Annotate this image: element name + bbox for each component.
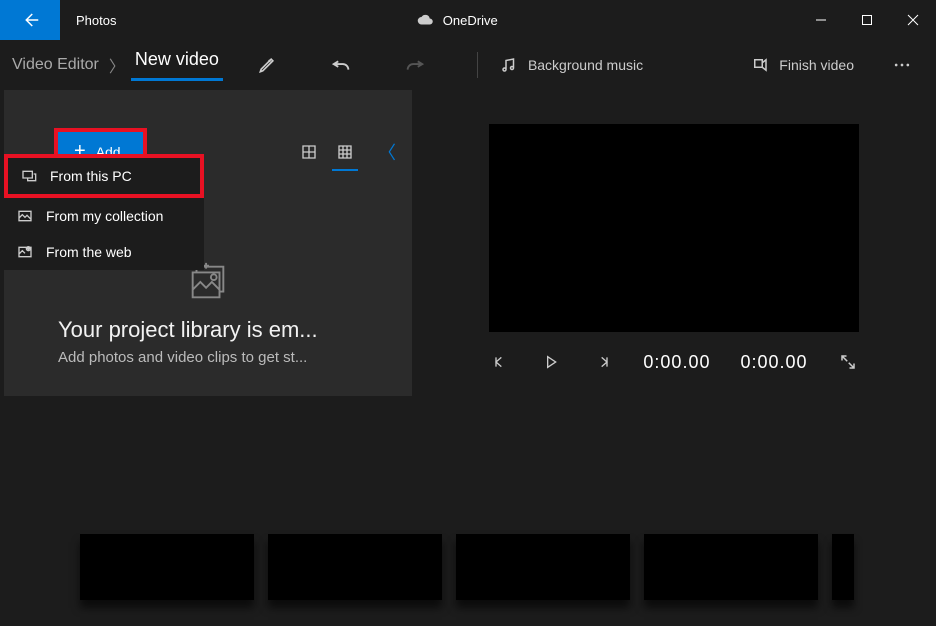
minimize-button[interactable] bbox=[798, 0, 844, 40]
redo-button[interactable] bbox=[393, 43, 437, 87]
titlebar-center: OneDrive bbox=[116, 11, 798, 29]
library-panel: + Add 〈 From this PC Fr bbox=[4, 90, 412, 396]
empty-library-text: Your project library is em... Add photos… bbox=[4, 313, 412, 396]
breadcrumb: Video Editor 〉 bbox=[12, 53, 125, 77]
rename-button[interactable] bbox=[245, 43, 289, 87]
playback-controls: 0:00.00 0:00.00 bbox=[489, 350, 859, 374]
background-music-button[interactable]: Background music bbox=[488, 56, 655, 74]
onedrive-icon bbox=[417, 11, 435, 29]
timeline-clip[interactable] bbox=[644, 534, 818, 600]
preview-panel: 0:00.00 0:00.00 bbox=[412, 90, 936, 396]
timeline-clip[interactable] bbox=[80, 534, 254, 600]
chevron-right-icon: 〉 bbox=[109, 53, 125, 77]
library-view-toggle: 〈 bbox=[292, 135, 402, 169]
collection-icon bbox=[16, 208, 34, 224]
web-icon bbox=[16, 244, 34, 260]
undo-button[interactable] bbox=[319, 43, 363, 87]
timeline[interactable] bbox=[0, 504, 936, 626]
project-name[interactable]: New video bbox=[131, 49, 223, 81]
pc-icon bbox=[20, 168, 38, 184]
timeline-clip[interactable] bbox=[456, 534, 630, 600]
maximize-button[interactable] bbox=[844, 0, 890, 40]
onedrive-label[interactable]: OneDrive bbox=[443, 13, 498, 28]
more-button[interactable] bbox=[880, 43, 924, 87]
add-dropdown-menu: From this PC From my collection From the… bbox=[4, 154, 204, 270]
current-time: 0:00.00 bbox=[643, 352, 710, 373]
pencil-icon bbox=[257, 55, 277, 75]
menu-from-web-label: From the web bbox=[46, 244, 132, 260]
background-music-label: Background music bbox=[528, 57, 643, 73]
redo-icon bbox=[404, 54, 426, 76]
titlebar: Photos OneDrive bbox=[0, 0, 936, 40]
undo-icon bbox=[330, 54, 352, 76]
window-controls bbox=[798, 0, 936, 40]
empty-subtitle: Add photos and video clips to get st... bbox=[58, 349, 364, 366]
video-preview[interactable] bbox=[489, 124, 859, 332]
back-arrow-icon bbox=[21, 11, 39, 29]
back-button[interactable] bbox=[0, 0, 60, 40]
menu-from-this-pc[interactable]: From this PC bbox=[4, 154, 204, 198]
collapse-panel-button[interactable]: 〈 bbox=[378, 139, 396, 165]
app-title: Photos bbox=[76, 13, 116, 28]
grid-2x2-icon bbox=[301, 144, 317, 160]
next-frame-button[interactable] bbox=[592, 350, 613, 374]
play-button[interactable] bbox=[540, 350, 561, 374]
music-note-icon bbox=[500, 56, 518, 74]
empty-title: Your project library is em... bbox=[58, 317, 364, 343]
total-time: 0:00.00 bbox=[740, 352, 807, 373]
editor-label[interactable]: Video Editor bbox=[12, 56, 99, 74]
export-icon bbox=[751, 56, 769, 74]
toolbar-divider bbox=[477, 52, 478, 78]
finish-video-button[interactable]: Finish video bbox=[739, 56, 866, 74]
timeline-clip[interactable] bbox=[268, 534, 442, 600]
timeline-clip[interactable] bbox=[832, 534, 854, 600]
menu-from-web[interactable]: From the web bbox=[4, 234, 204, 270]
fullscreen-button[interactable] bbox=[838, 350, 859, 374]
content: + Add 〈 From this PC Fr bbox=[0, 90, 936, 396]
close-button[interactable] bbox=[890, 0, 936, 40]
menu-from-collection-label: From my collection bbox=[46, 208, 163, 224]
previous-frame-button[interactable] bbox=[489, 350, 510, 374]
ellipsis-icon bbox=[892, 55, 912, 75]
menu-from-collection[interactable]: From my collection bbox=[4, 198, 204, 234]
toolbar: Video Editor 〉 New video Background musi… bbox=[0, 40, 936, 90]
grid-large-button[interactable] bbox=[292, 135, 326, 169]
menu-from-this-pc-label: From this PC bbox=[50, 168, 132, 184]
grid-small-button[interactable] bbox=[328, 135, 362, 169]
finish-video-label: Finish video bbox=[779, 57, 854, 73]
grid-3x3-icon bbox=[337, 144, 353, 160]
